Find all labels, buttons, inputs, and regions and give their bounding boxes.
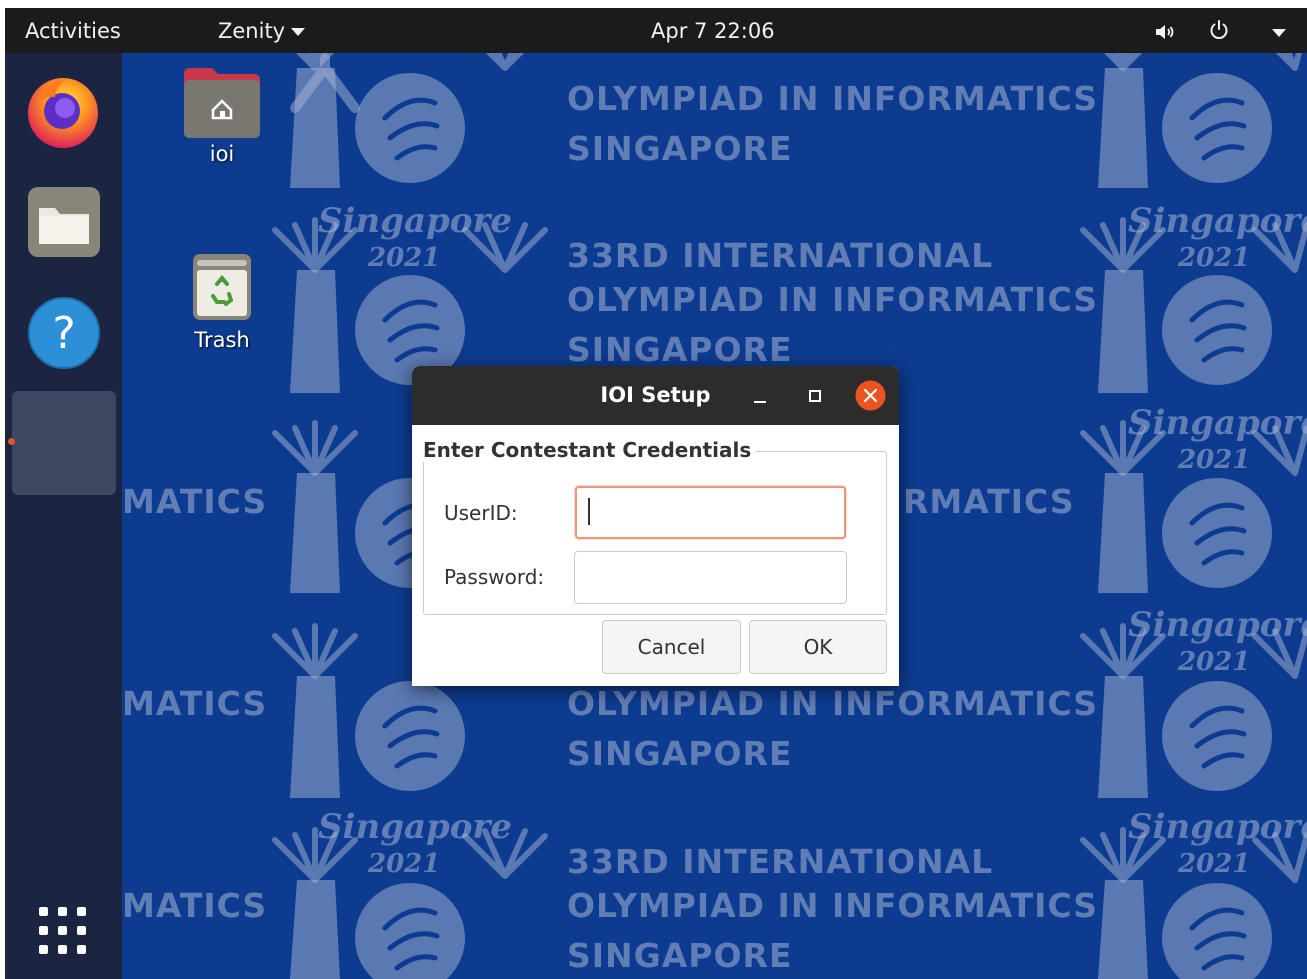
- ok-button[interactable]: OK: [749, 620, 887, 674]
- home-folder-icon: [184, 68, 260, 138]
- wallpaper-script: Singapore: [1128, 807, 1307, 847]
- wallpaper-year: 2021: [368, 849, 441, 879]
- wallpaper-script: Singapore: [1128, 403, 1307, 443]
- wallpaper-text: RMATICS: [903, 482, 1075, 521]
- minimize-button[interactable]: [746, 382, 774, 410]
- chevron-down-icon: [1272, 29, 1286, 37]
- password-label: Password:: [444, 565, 545, 589]
- wallpaper-year: 2021: [1178, 243, 1251, 273]
- desktop-icon-label: Trash: [194, 328, 250, 352]
- volume-icon: [1156, 25, 1174, 39]
- maximize-button[interactable]: [801, 382, 829, 410]
- wallpaper-script: Singapore: [1128, 605, 1307, 645]
- dock: ?: [5, 53, 122, 979]
- app-menu-label: Zenity: [218, 19, 286, 43]
- close-button[interactable]: [855, 380, 886, 411]
- show-applications-button[interactable]: [37, 905, 89, 957]
- wallpaper-year: 2021: [1178, 647, 1251, 677]
- wallpaper-year: 2021: [1178, 445, 1251, 475]
- desktop-icon-home[interactable]: ioi: [172, 62, 272, 172]
- maximize-icon: [809, 390, 821, 402]
- grid-icon: [39, 907, 86, 954]
- userid-label: UserID:: [444, 501, 518, 525]
- dock-item-files[interactable]: [27, 186, 101, 258]
- dock-item-help[interactable]: ?: [27, 296, 101, 370]
- screen: OLYMPIAD IN INFORMATICS SINGAPORE Singap…: [0, 0, 1307, 979]
- wallpaper-text: OLYMPIAD IN INFORMATICS: [567, 684, 1099, 723]
- wallpaper-text: 33RD INTERNATIONAL: [567, 842, 994, 881]
- svg-text:?: ?: [52, 308, 75, 359]
- caret-down-icon: [291, 28, 306, 36]
- wallpaper-text: OLYMPIAD IN INFORMATICS: [567, 280, 1099, 319]
- wallpaper-text: MATICS: [122, 482, 268, 521]
- clock[interactable]: Apr 7 22:06: [651, 19, 775, 43]
- userid-input[interactable]: [575, 486, 846, 539]
- dialog-body: Enter Contestant Credentials UserID: Pas…: [412, 425, 899, 686]
- close-icon: [855, 380, 886, 411]
- cancel-button[interactable]: Cancel: [602, 620, 741, 674]
- wallpaper-script: Singapore: [1128, 201, 1307, 241]
- power-icon: [1210, 20, 1228, 39]
- wallpaper-text: OLYMPIAD IN INFORMATICS: [567, 886, 1099, 925]
- files-icon: [28, 187, 100, 257]
- ioi-setup-dialog: IOI Setup Enter Contestant Credentials U…: [412, 366, 899, 686]
- minimize-icon: [754, 401, 766, 403]
- wallpaper-script: Singapore: [318, 807, 512, 847]
- dialog-titlebar[interactable]: IOI Setup: [412, 366, 899, 425]
- text-cursor: [588, 498, 590, 525]
- dock-item-zenity-window[interactable]: [8, 391, 116, 495]
- wallpaper-text: 33RD INTERNATIONAL: [567, 236, 994, 275]
- wallpaper-year: 2021: [368, 243, 441, 273]
- wallpaper-text: SINGAPORE: [567, 936, 793, 975]
- wallpaper-text: SINGAPORE: [567, 129, 793, 168]
- activities-button[interactable]: Activities: [25, 19, 121, 43]
- desktop-icon-trash[interactable]: Trash: [172, 250, 272, 360]
- app-menu-button[interactable]: Zenity: [218, 19, 306, 43]
- password-input[interactable]: [574, 551, 847, 604]
- wallpaper-text: OLYMPIAD IN INFORMATICS: [567, 79, 1099, 118]
- wallpaper-text: MATICS: [122, 886, 268, 925]
- help-icon: ?: [28, 297, 100, 369]
- wallpaper-year: 2021: [1178, 849, 1251, 879]
- running-indicator: [8, 438, 15, 445]
- wallpaper-text: SINGAPORE: [567, 734, 793, 773]
- top-bar: Activities Zenity Apr 7 22:06: [5, 8, 1307, 53]
- frame-title: Enter Contestant Credentials: [423, 438, 756, 462]
- wallpaper-text: SINGAPORE: [567, 330, 793, 369]
- wallpaper-script: Singapore: [318, 201, 512, 241]
- dock-item-firefox[interactable]: [25, 73, 101, 149]
- firefox-icon: [28, 78, 98, 148]
- trash-icon: [193, 254, 251, 320]
- wallpaper-text: MATICS: [122, 684, 268, 723]
- desktop-icon-label: ioi: [209, 142, 235, 166]
